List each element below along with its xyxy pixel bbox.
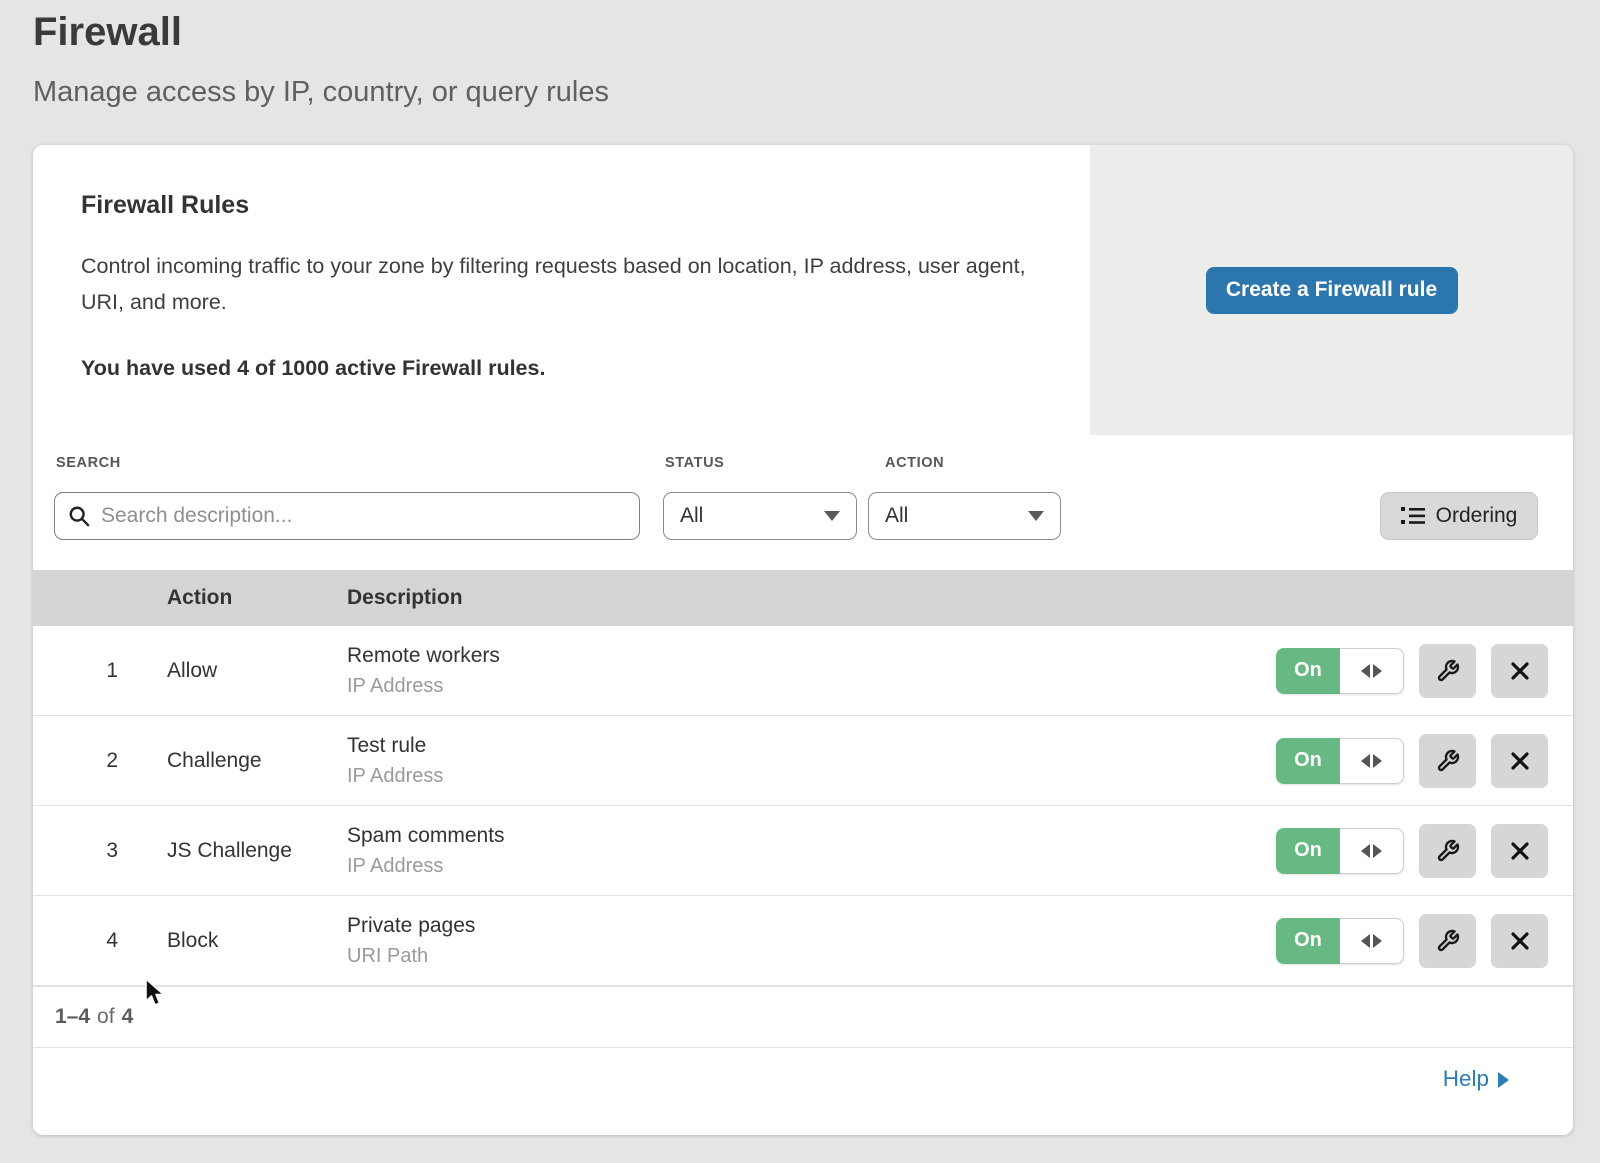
edit-rule-button[interactable]: [1419, 824, 1476, 878]
create-firewall-rule-button[interactable]: Create a Firewall rule: [1206, 267, 1458, 314]
rule-priority: 4: [33, 929, 118, 953]
help-link-label: Help: [1443, 1066, 1489, 1092]
filter-bar: SEARCH STATUS All ACTION All Ordering: [33, 435, 1573, 570]
row-controls: On: [1276, 644, 1548, 698]
page-subtitle: Manage access by IP, country, or query r…: [33, 76, 609, 109]
arrow-left-icon: [1361, 754, 1370, 768]
chevron-down-icon: [1028, 511, 1044, 521]
rule-priority: 1: [33, 659, 118, 683]
row-controls: On: [1276, 914, 1548, 968]
rule-toggle: On: [1276, 918, 1404, 964]
close-icon: [1510, 841, 1530, 861]
toggle-on-button[interactable]: On: [1276, 918, 1340, 964]
action-select[interactable]: All: [868, 492, 1061, 540]
rules-info: Firewall Rules Control incoming traffic …: [33, 145, 1090, 435]
toggle-arrows-button[interactable]: [1340, 828, 1404, 874]
arrow-left-icon: [1361, 664, 1370, 678]
delete-rule-button[interactable]: [1491, 734, 1548, 788]
rules-heading: Firewall Rules: [81, 191, 1030, 220]
arrow-right-icon: [1373, 664, 1382, 678]
row-controls: On: [1276, 824, 1548, 878]
wrench-icon: [1436, 659, 1460, 683]
rule-priority: 2: [33, 749, 118, 773]
toggle-on-button[interactable]: On: [1276, 738, 1340, 784]
arrow-left-icon: [1361, 934, 1370, 948]
page-title: Firewall: [33, 8, 609, 56]
rules-usage-note: You have used 4 of 1000 active Firewall …: [81, 356, 1030, 381]
action-select-value: All: [885, 504, 908, 528]
delete-rule-button[interactable]: [1491, 824, 1548, 878]
delete-rule-button[interactable]: [1491, 914, 1548, 968]
toggle-arrows-button[interactable]: [1340, 918, 1404, 964]
rule-description: Private pages: [347, 914, 1276, 938]
toggle-on-button[interactable]: On: [1276, 828, 1340, 874]
arrow-right-icon: [1373, 844, 1382, 858]
rule-field: URI Path: [347, 945, 1276, 968]
toggle-arrows-button[interactable]: [1340, 648, 1404, 694]
delete-rule-button[interactable]: [1491, 644, 1548, 698]
pagination-row: 1–4 of 4: [33, 986, 1573, 1047]
rule-toggle: On: [1276, 738, 1404, 784]
toggle-arrows-button[interactable]: [1340, 738, 1404, 784]
arrow-right-icon: [1373, 934, 1382, 948]
ordered-list-icon: [1401, 506, 1425, 526]
search-icon: [68, 505, 90, 527]
pagination-total: 4: [122, 1005, 134, 1029]
help-link[interactable]: Help: [1443, 1066, 1509, 1092]
column-header-description: Description: [347, 586, 1573, 610]
create-rule-panel: Create a Firewall rule: [1090, 145, 1573, 435]
arrow-right-icon: [1373, 754, 1382, 768]
search-input[interactable]: [54, 492, 640, 540]
table-row: 3 JS Challenge Spam comments IP Address …: [33, 806, 1573, 896]
column-header-action: Action: [167, 586, 325, 610]
search-field-wrap: [54, 492, 640, 540]
edit-rule-button[interactable]: [1419, 644, 1476, 698]
wrench-icon: [1436, 839, 1460, 863]
table-header: Action Description: [33, 570, 1573, 626]
pagination-of-label: of: [97, 1005, 115, 1029]
toggle-on-button[interactable]: On: [1276, 648, 1340, 694]
close-icon: [1510, 751, 1530, 771]
table-row: 4 Block Private pages URI Path On: [33, 896, 1573, 986]
wrench-icon: [1436, 749, 1460, 773]
chevron-down-icon: [824, 511, 840, 521]
edit-rule-button[interactable]: [1419, 914, 1476, 968]
ordering-button-label: Ordering: [1436, 504, 1518, 528]
rule-action: Allow: [167, 659, 325, 683]
rules-description: Control incoming traffic to your zone by…: [81, 248, 1026, 320]
rule-toggle: On: [1276, 648, 1404, 694]
action-label: ACTION: [885, 455, 944, 471]
table-row: 1 Allow Remote workers IP Address On: [33, 626, 1573, 716]
table-row: 2 Challenge Test rule IP Address On: [33, 716, 1573, 806]
rule-description: Spam comments: [347, 824, 1276, 848]
rule-action: Block: [167, 929, 325, 953]
close-icon: [1510, 661, 1530, 681]
wrench-icon: [1436, 929, 1460, 953]
status-select[interactable]: All: [663, 492, 857, 540]
rule-action: Challenge: [167, 749, 325, 773]
rule-description: Remote workers: [347, 644, 1276, 668]
help-row: Help: [33, 1047, 1573, 1109]
edit-rule-button[interactable]: [1419, 734, 1476, 788]
close-icon: [1510, 931, 1530, 951]
pagination-range: 1–4: [55, 1005, 90, 1029]
ordering-button[interactable]: Ordering: [1380, 492, 1538, 540]
rule-field: IP Address: [347, 675, 1276, 698]
arrow-left-icon: [1361, 844, 1370, 858]
card-top-section: Firewall Rules Control incoming traffic …: [33, 145, 1573, 435]
page-header: Firewall Manage access by IP, country, o…: [33, 8, 609, 109]
rule-field: IP Address: [347, 765, 1276, 788]
firewall-rules-card: Firewall Rules Control incoming traffic …: [33, 145, 1573, 1135]
rule-priority: 3: [33, 839, 118, 863]
search-label: SEARCH: [56, 455, 121, 471]
status-label: STATUS: [665, 455, 724, 471]
triangle-right-icon: [1498, 1072, 1509, 1088]
rule-description: Test rule: [347, 734, 1276, 758]
row-controls: On: [1276, 734, 1548, 788]
rule-field: IP Address: [347, 855, 1276, 878]
rule-toggle: On: [1276, 828, 1404, 874]
rule-action: JS Challenge: [167, 839, 325, 863]
status-select-value: All: [680, 504, 703, 528]
